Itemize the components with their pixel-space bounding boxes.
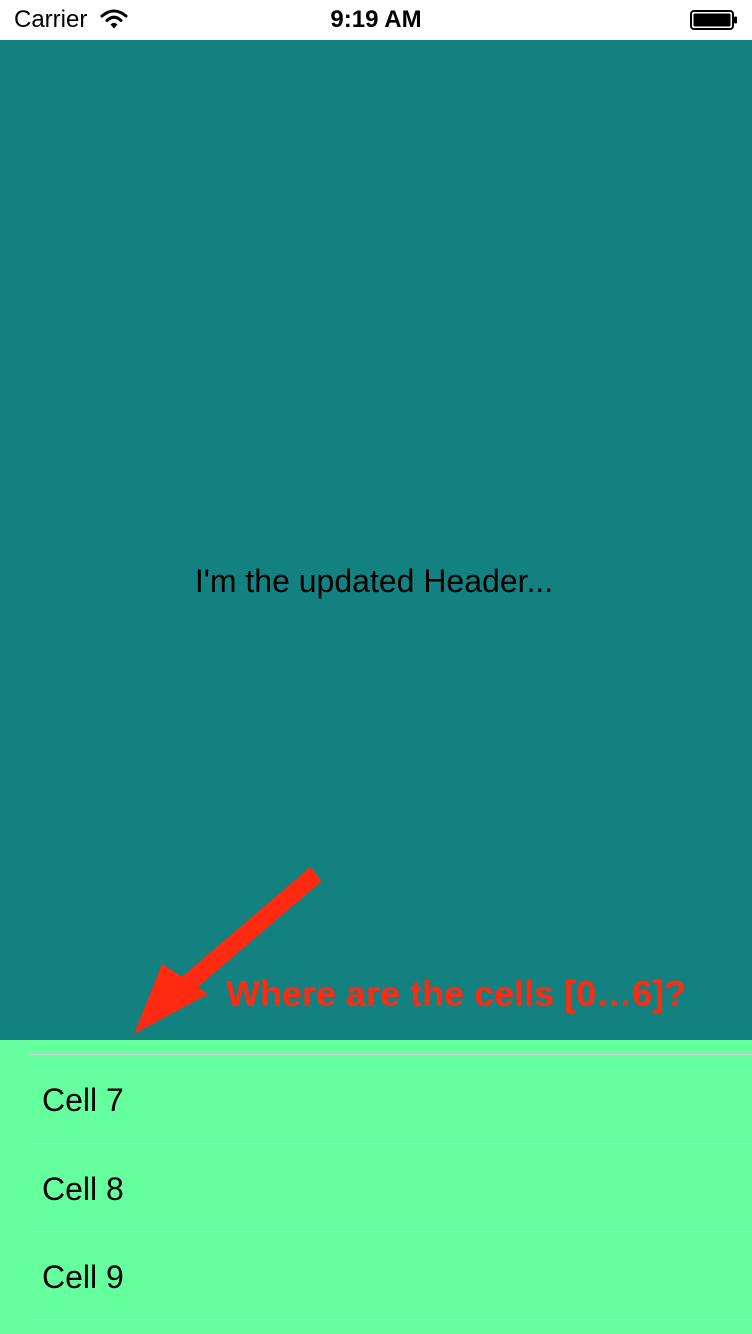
table-view[interactable]: Cell 7 Cell 8 Cell 9 xyxy=(0,1040,752,1334)
cell-label: Cell 9 xyxy=(42,1259,124,1295)
arrow-down-left-icon xyxy=(134,867,322,1034)
table-row[interactable]: Cell 7 xyxy=(0,1055,752,1143)
table-header-view: I'm the updated Header... Where are the … xyxy=(0,40,752,1040)
battery-icon xyxy=(690,10,737,30)
cell-label: Cell 7 xyxy=(42,1082,124,1118)
status-time: 9:19 AM xyxy=(330,6,422,33)
cell-separator xyxy=(30,1319,752,1320)
cell-label: Cell 8 xyxy=(42,1171,124,1207)
annotation-text: Where are the cells [0…6]? xyxy=(226,973,687,1014)
table-row[interactable]: Cell 9 xyxy=(0,1232,752,1320)
header-label: I'm the updated Header... xyxy=(194,563,554,599)
status-bar: Carrier 9:19 AM xyxy=(0,0,752,40)
table-row[interactable]: Cell 8 xyxy=(0,1144,752,1232)
